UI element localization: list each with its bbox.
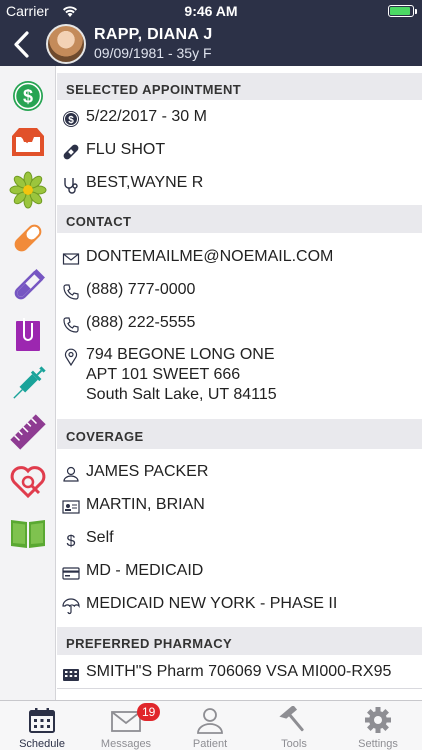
clock: 9:46 AM [184, 3, 238, 19]
address-line-2: APT 101 SWEET 666 [86, 366, 241, 383]
section-header-coverage: COVERAGE [57, 419, 422, 449]
svg-text:$: $ [23, 87, 33, 107]
tab-schedule[interactable]: Schedule [0, 701, 84, 751]
section-header-pharmacy: PREFERRED PHARMACY [57, 627, 422, 655]
id-card-icon [62, 500, 80, 514]
coverage-relationship: Self [86, 529, 114, 546]
contact-email: DONTEMAILME@NOEMAIL.COM [86, 248, 334, 265]
tab-label: Messages [100, 738, 152, 750]
book-icon[interactable] [8, 512, 48, 552]
patient-details: SELECTED APPOINTMENT $ 5/22/2017 - 30 M … [57, 66, 422, 700]
appointment-provider: BEST,WAYNE R [86, 174, 204, 191]
billing-dollar-icon[interactable]: $ [8, 76, 48, 116]
phone-icon [63, 317, 79, 333]
contact-phone-1: (888) 777-0000 [86, 281, 196, 298]
heart-stethoscope-icon[interactable] [8, 462, 48, 502]
battery-icon [388, 5, 417, 17]
contact-address-row[interactable]: 794 BEGONE LONG ONE APT 101 SWEET 666 So… [57, 345, 422, 405]
patient-name: RAPP, DIANA J [94, 26, 213, 43]
clipboard-icon[interactable] [8, 314, 48, 354]
patient-dob: 09/09/1981 - 35y F [94, 45, 212, 61]
coverage-plan-type: MD - MEDICAID [86, 562, 204, 579]
tab-label: Schedule [19, 738, 65, 750]
phone-icon [63, 284, 79, 300]
patient-header: RAPP, DIANA J 09/09/1981 - 35y F [0, 22, 422, 66]
flower-icon[interactable] [8, 170, 48, 210]
tab-settings[interactable]: Settings [336, 701, 420, 751]
inbox-tray-icon[interactable] [8, 122, 48, 162]
dollar-circle-icon: $ [63, 111, 79, 127]
status-bar: Carrier 9:46 AM [0, 0, 422, 22]
divider [57, 688, 422, 689]
map-pin-icon [64, 348, 78, 366]
person-icon [197, 708, 223, 734]
tab-messages[interactable]: 19 Messages [84, 701, 168, 751]
pharmacy-name: SMITH"S Pharm 706069 VSA MI000-RX95 [86, 663, 392, 680]
gear-icon [365, 707, 391, 733]
avatar[interactable] [46, 24, 86, 64]
coverage-subscriber: JAMES PACKER [86, 463, 209, 480]
capsule-icon[interactable] [8, 218, 48, 258]
appointment-date: 5/22/2017 - 30 M [86, 108, 207, 125]
stethoscope-icon [64, 178, 78, 194]
envelope-icon [62, 253, 80, 265]
address-line-3: South Salt Lake, UT 84115 [86, 386, 277, 403]
ruler-icon[interactable] [8, 412, 48, 452]
section-header-contact: CONTACT [57, 205, 422, 233]
dollar-icon: $ [67, 533, 76, 549]
tab-patient[interactable]: Patient [168, 701, 252, 751]
umbrella-icon [62, 598, 80, 615]
contact-phone-2: (888) 222-5555 [86, 314, 196, 331]
svg-text:$: $ [68, 115, 74, 126]
sidebar: $ [0, 66, 56, 700]
calendar-icon [29, 708, 55, 733]
svg-text:$: $ [67, 533, 76, 549]
hammer-icon [279, 706, 304, 732]
messages-badge: 19 [137, 703, 161, 721]
person-icon [63, 466, 79, 482]
tab-label: Settings [358, 738, 398, 750]
section-header-appointment: SELECTED APPOINTMENT [57, 73, 422, 100]
bandage-icon [63, 144, 79, 160]
address-line-1: 794 BEGONE LONG ONE [86, 346, 275, 363]
appointment-reason: FLU SHOT [86, 141, 166, 158]
chevron-left-icon[interactable] [12, 30, 32, 60]
tab-bar: Schedule 19 Messages Patient Tools Setti… [0, 700, 422, 750]
coverage-guarantor: MARTIN, BRIAN [86, 496, 205, 513]
coverage-plan-name: MEDICAID NEW YORK - PHASE II [86, 595, 338, 612]
tab-label: Patient [192, 738, 228, 750]
test-tube-icon[interactable] [8, 266, 48, 306]
syringe-icon[interactable] [8, 364, 48, 404]
credit-card-icon [62, 567, 80, 580]
building-icon [63, 669, 79, 681]
tab-tools[interactable]: Tools [252, 701, 336, 751]
tab-label: Tools [281, 738, 307, 750]
